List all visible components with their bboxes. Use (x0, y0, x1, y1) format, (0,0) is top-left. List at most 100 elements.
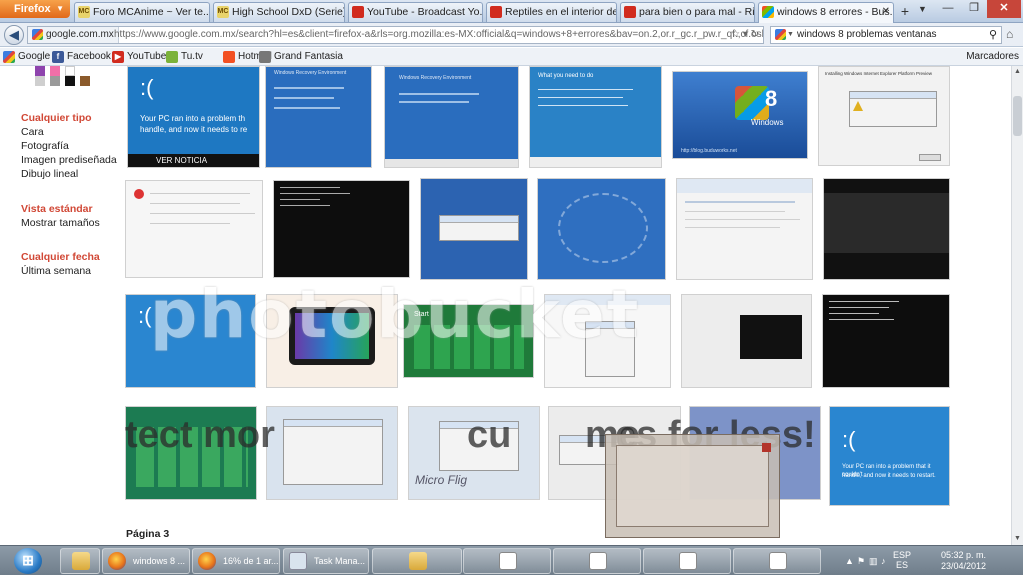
result-thumbnail[interactable] (125, 180, 263, 278)
minimize-icon[interactable]: — (935, 0, 961, 18)
color-swatch[interactable] (80, 76, 90, 86)
result-thumbnail[interactable]: :( Your PC ran into a problem th handle,… (127, 66, 260, 168)
bookmarks-menu-label: Marcadores (966, 51, 1019, 62)
result-thumbnail[interactable] (676, 178, 813, 280)
tab-list-chevron-icon[interactable]: ▼ (918, 4, 927, 14)
tab-title: windows 8 errores - Bus... (777, 6, 894, 18)
color-swatch[interactable] (50, 66, 60, 76)
color-swatch[interactable] (65, 76, 75, 86)
result-thumbnail[interactable] (125, 406, 257, 500)
result-thumbnail[interactable]: Installing Windows Internet Explorer Pla… (818, 66, 950, 166)
bookmark-star-icon[interactable]: ☆ ▾ ↻ (731, 27, 759, 43)
taskbar-item-7[interactable] (463, 548, 551, 574)
home-icon[interactable]: ⌂ (1006, 27, 1013, 41)
search-box[interactable]: ▼ windows 8 problemas ventanas ⚲ (770, 26, 1002, 44)
firefox-menu-button[interactable]: Firefox ▼ (0, 0, 70, 18)
result-thumbnail[interactable]: Windows Recovery Environment (384, 66, 519, 168)
clock-date: 23/04/2012 (941, 561, 987, 571)
bookmark-tu-tv[interactable]: Tu.tv (166, 48, 203, 65)
taskbar-item-label: Task Mana... (314, 556, 366, 566)
address-bar[interactable]: google.com.mx https://www.google.com.mx/… (27, 26, 764, 44)
result-thumbnail[interactable]: What you need to do (529, 66, 662, 168)
ad-brand-text: Micro Flig (415, 473, 468, 487)
google-icon (775, 29, 786, 40)
taskbar-item-8[interactable] (553, 548, 641, 574)
filter-option[interactable]: Imagen prediseñada (21, 154, 117, 166)
vertical-scrollbar[interactable]: ▲ ▼ (1011, 66, 1023, 545)
result-thumbnail[interactable] (681, 294, 812, 388)
bookmark-facebook[interactable]: f Facebook (52, 48, 111, 65)
result-thumbnail[interactable]: :( Your PC ran into a problem that it co… (829, 406, 950, 506)
bookmarks-menu-button[interactable]: Marcadores (952, 48, 1019, 65)
result-thumbnail[interactable]: Windows Recovery Environment (265, 66, 372, 168)
taskbar-item-5[interactable]: Task Mana... (283, 548, 369, 574)
bookmark-grand-fantasia[interactable]: Grand Fantasia (259, 48, 343, 65)
flag-icon[interactable]: ⚑ (857, 556, 865, 567)
site-identity[interactable]: google.com.mx (28, 27, 119, 43)
result-thumbnail[interactable] (822, 294, 950, 388)
filter-option[interactable]: Cara (21, 126, 44, 138)
result-thumbnail[interactable]: Micro Flig (408, 406, 540, 500)
search-icon[interactable]: ⚲ (989, 27, 997, 43)
scroll-down-icon[interactable]: ▼ (1012, 533, 1023, 545)
search-input[interactable]: windows 8 problemas ventanas (797, 29, 937, 40)
scroll-up-icon[interactable]: ▲ (1012, 66, 1023, 78)
color-swatch[interactable] (35, 66, 45, 76)
result-thumbnail[interactable] (823, 178, 950, 280)
tab-5[interactable]: para bien o para mal - Ri... (620, 2, 755, 22)
close-tab-icon[interactable]: ✕ (882, 3, 890, 21)
back-button[interactable]: ◀ (4, 25, 24, 45)
maximize-icon[interactable]: ❐ (961, 0, 987, 18)
pinned-ie[interactable] (44, 548, 74, 574)
taskbar-item-6[interactable] (372, 548, 462, 574)
filter-heading[interactable]: Vista estándar (21, 203, 93, 215)
filter-heading[interactable]: Cualquier tipo (21, 112, 92, 124)
filter-heading[interactable]: Cualquier fecha (21, 251, 100, 263)
result-thumbnail[interactable] (537, 178, 666, 280)
filter-option[interactable]: Dibujo lineal (21, 168, 78, 180)
filter-option[interactable]: Última semana (21, 265, 91, 277)
page-content: Cualquier tipo Cara Fotografía Imagen predi… (0, 66, 1011, 545)
volume-icon[interactable]: ♪ (881, 556, 886, 566)
result-thumbnail[interactable] (273, 180, 410, 278)
taskbar-item-4[interactable]: 16% de 1 ar... (192, 548, 280, 574)
new-tab-button[interactable]: + (896, 3, 914, 21)
taskbar-item-3[interactable]: windows 8 ... (102, 548, 190, 574)
filter-option[interactable]: Mostrar tamaños (21, 217, 100, 229)
language-indicator[interactable]: ESP ES (893, 550, 911, 570)
result-thumbnail[interactable] (266, 406, 398, 500)
filter-option[interactable]: Fotografía (21, 140, 69, 152)
thumbnail-text: Installing Windows Internet Explorer Pla… (825, 71, 933, 76)
tab-2[interactable]: MC High School DxD (Serie)... (213, 2, 345, 22)
start-button[interactable]: ⊞ (14, 548, 42, 574)
chevron-down-icon[interactable]: ▼ (787, 27, 794, 43)
bookmark-youtube[interactable]: ▶ YouTube (112, 48, 166, 65)
bookmark-label: Facebook (67, 51, 111, 62)
tab-1[interactable]: MC Foro MCAnime ~ Ver te... (74, 2, 210, 22)
close-icon[interactable]: ✕ (987, 0, 1021, 18)
result-thumbnail[interactable] (420, 178, 528, 280)
popup-overlay[interactable] (605, 434, 780, 538)
color-swatch[interactable] (65, 66, 75, 76)
page-icon (259, 51, 271, 63)
network-icon[interactable]: ▥ (869, 556, 878, 567)
tab-3[interactable]: YouTube - Broadcast Yo... (348, 2, 483, 22)
color-swatch[interactable] (50, 76, 60, 86)
tab-6[interactable]: windows 8 errores - Bus... ✕ (758, 2, 894, 23)
taskbar-item-10[interactable] (733, 548, 821, 574)
color-swatch[interactable] (35, 76, 45, 86)
popup-body (616, 445, 769, 527)
scrollbar-thumb[interactable] (1013, 96, 1022, 136)
windows-8-dialog (740, 315, 802, 359)
url-text[interactable]: https://www.google.com.mx/search?hl=es&c… (114, 27, 763, 43)
clock[interactable]: 05:32 p. m. 23/04/2012 (941, 550, 986, 572)
bookmark-google[interactable]: Google (3, 48, 50, 65)
close-icon[interactable] (762, 443, 771, 452)
taskbar-item-9[interactable] (643, 548, 731, 574)
tutv-icon (166, 51, 178, 63)
error-dialog (439, 421, 519, 471)
show-hidden-icons-icon[interactable]: ▲ (845, 556, 854, 566)
youtube-icon (624, 6, 636, 18)
tab-4[interactable]: Reptiles en el interior del... (486, 2, 617, 22)
result-thumbnail[interactable]: 8 Windows http://blog.buduworks.net (672, 71, 808, 159)
